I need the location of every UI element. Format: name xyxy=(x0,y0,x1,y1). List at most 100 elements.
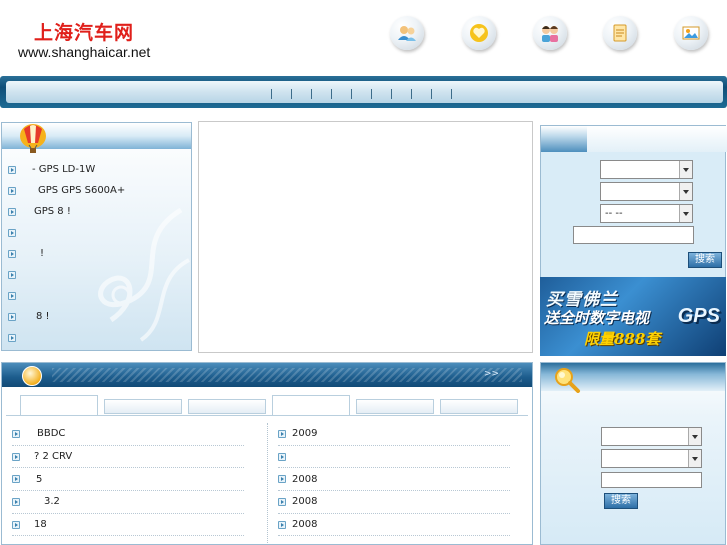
magnifier-icon xyxy=(555,368,580,393)
row-text[interactable]: BBDC xyxy=(34,428,65,439)
nav-separator xyxy=(311,89,312,99)
nav-separator xyxy=(391,89,392,99)
row-text[interactable]: 18 xyxy=(34,519,47,530)
table-row[interactable]: 2008 xyxy=(278,514,510,537)
row-text[interactable]: 2008 xyxy=(292,519,317,530)
news-list: - GPS LD-1W GPS GPS S600A+ GPS 8 ! ! 8 ! xyxy=(8,159,188,348)
list-item[interactable]: - GPS LD-1W xyxy=(8,159,188,180)
arrow-bullet-icon xyxy=(8,270,16,279)
nav-separator xyxy=(431,89,432,99)
arrow-bullet-icon xyxy=(12,520,20,529)
list-item[interactable] xyxy=(8,264,188,285)
tab-1[interactable] xyxy=(20,395,98,415)
news-title[interactable]: GPS GPS S600A+ xyxy=(32,185,125,196)
nav-separator xyxy=(271,89,272,99)
arrow-bullet-icon xyxy=(8,228,16,237)
row-text[interactable]: 3.2 xyxy=(34,496,60,507)
table-row[interactable]: 2008 xyxy=(278,468,510,492)
nav-separator xyxy=(331,89,332,99)
brand-select[interactable] xyxy=(600,160,693,179)
news-title[interactable]: - GPS LD-1W xyxy=(32,164,95,175)
site-logo-text[interactable]: 上海汽车网 xyxy=(34,18,134,45)
list-item[interactable]: GPS 8 ! xyxy=(8,201,188,222)
tab-3[interactable] xyxy=(188,399,266,414)
main-nav-inner xyxy=(6,81,723,103)
secondary-search-button[interactable]: 搜索 xyxy=(604,493,638,509)
table-row[interactable]: 18 xyxy=(12,514,244,537)
keyword-input[interactable] xyxy=(573,226,694,244)
table-row[interactable]: BBDC xyxy=(12,423,244,446)
list-item[interactable]: GPS GPS S600A+ xyxy=(8,180,188,201)
arrow-bullet-icon xyxy=(8,291,16,300)
price-select[interactable]: -- -- xyxy=(600,204,693,223)
news-title[interactable]: 8 ! xyxy=(32,311,50,322)
header-stripes xyxy=(52,368,522,382)
heart-badge-icon[interactable] xyxy=(462,16,496,50)
nav-separator xyxy=(411,89,412,99)
arrow-bullet-icon xyxy=(278,429,286,438)
secondary-keyword-input[interactable] xyxy=(601,472,702,488)
header-tab-area xyxy=(587,126,727,152)
search-button[interactable]: 搜索 xyxy=(688,252,722,268)
chevron-down-icon[interactable] xyxy=(679,161,692,178)
nav-separator xyxy=(291,89,292,99)
people-chat-icon[interactable] xyxy=(390,16,424,50)
more-link[interactable]: >> xyxy=(484,369,499,379)
tab-4[interactable] xyxy=(272,395,350,415)
picture-icon[interactable] xyxy=(674,16,708,50)
secondary-search-header xyxy=(541,363,725,393)
promo-line-3: 限量888套 xyxy=(584,330,661,348)
list-item[interactable]: ! xyxy=(8,243,188,264)
row-text[interactable]: ? 2 CRV xyxy=(34,451,72,462)
news-panel: - GPS LD-1W GPS GPS S600A+ GPS 8 ! ! 8 ! xyxy=(1,122,192,351)
model-select[interactable] xyxy=(600,182,693,201)
nav-separator xyxy=(451,89,452,99)
list-item[interactable] xyxy=(8,327,188,348)
row-text[interactable]: 5 xyxy=(34,474,42,485)
chevron-down-icon[interactable] xyxy=(688,428,701,445)
promo-line-2: 送全时数字电视 xyxy=(544,309,650,327)
chevron-down-icon[interactable] xyxy=(688,450,701,467)
couple-avatar-icon[interactable] xyxy=(533,16,567,50)
list-item[interactable] xyxy=(8,285,188,306)
arrow-bullet-icon xyxy=(12,475,20,484)
tab-5[interactable] xyxy=(356,399,434,414)
content-tabs xyxy=(6,393,526,415)
arrow-bullet-icon xyxy=(8,333,16,342)
table-row[interactable]: 2008 xyxy=(278,491,510,514)
subcategory-select[interactable] xyxy=(601,449,702,468)
document-icon[interactable] xyxy=(603,16,637,50)
table-row[interactable]: 2009 xyxy=(278,423,510,446)
nav-separator xyxy=(371,89,372,99)
car-search-header xyxy=(541,126,727,152)
chevron-down-icon[interactable] xyxy=(679,183,692,200)
news-title[interactable]: GPS 8 ! xyxy=(32,206,71,217)
hot-air-balloon-icon xyxy=(20,124,46,153)
promo-banner[interactable]: 买雪佛兰 送全时数字电视 GPS 限量888套 xyxy=(540,277,726,356)
row-text[interactable]: 2008 xyxy=(292,474,317,485)
table-row[interactable] xyxy=(278,446,510,469)
arrow-bullet-icon xyxy=(8,165,16,174)
list-item[interactable]: 8 ! xyxy=(8,306,188,327)
tab-2[interactable] xyxy=(104,399,182,414)
secondary-search-panel: 搜索 xyxy=(540,362,726,545)
chevron-down-icon[interactable] xyxy=(679,205,692,222)
row-text[interactable]: 2009 xyxy=(292,428,317,439)
site-url[interactable]: www.shanghaicar.net xyxy=(18,44,150,60)
promo-gps: GPS xyxy=(677,305,720,327)
row-text[interactable]: 2008 xyxy=(292,496,317,507)
arrow-bullet-icon xyxy=(8,207,16,216)
arrow-bullet-icon xyxy=(278,497,286,506)
table-row[interactable]: ? 2 CRV xyxy=(12,446,244,469)
arrow-bullet-icon xyxy=(12,429,20,438)
table-row[interactable]: 3.2 xyxy=(12,491,244,514)
tab-6[interactable] xyxy=(440,399,518,414)
arrow-bullet-icon xyxy=(278,475,286,484)
arrow-bullet-icon xyxy=(8,312,16,321)
content-panel-header: >> xyxy=(2,363,532,387)
category-select[interactable] xyxy=(601,427,702,446)
table-row[interactable]: 5 xyxy=(12,468,244,492)
arrow-bullet-icon xyxy=(8,249,16,258)
list-item[interactable] xyxy=(8,222,188,243)
news-title[interactable]: ! xyxy=(32,248,44,259)
